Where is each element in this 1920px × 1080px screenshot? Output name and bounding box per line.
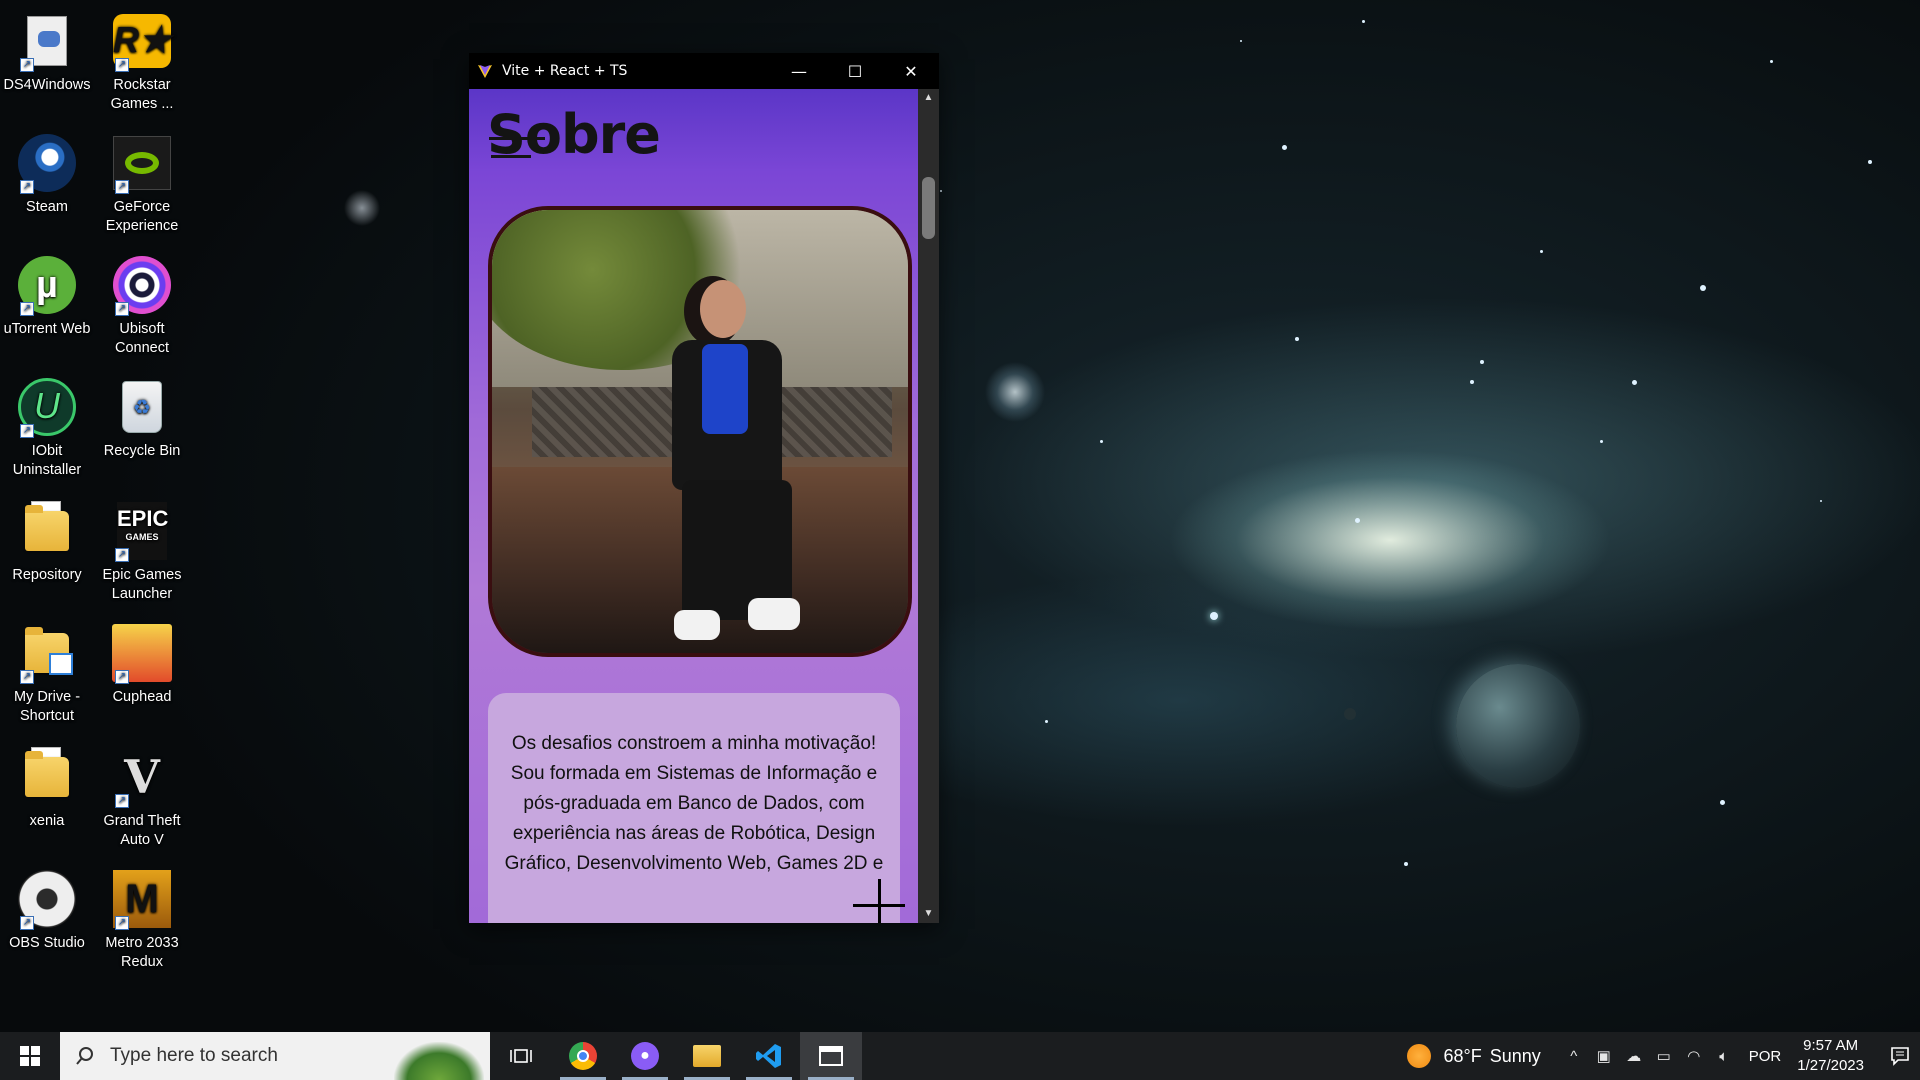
vite-logo-icon	[474, 63, 496, 79]
planet	[1456, 664, 1580, 788]
desktop-icon-gta-v[interactable]: V ↗ Grand Theft Auto V	[94, 746, 190, 850]
clock-time: 9:57 AM	[1803, 1037, 1859, 1054]
clock-date: 1/27/2023	[1797, 1057, 1864, 1074]
desktop-icon-epic-games-launcher[interactable]: EPIC GAMES ↗ Epic Games Launcher	[94, 500, 190, 604]
task-view-icon	[510, 1049, 532, 1063]
taskbar-file-explorer[interactable]	[676, 1032, 738, 1080]
ubisoft-icon: ↗	[111, 254, 173, 316]
desktop-icon-repository[interactable]: Repository	[0, 500, 95, 585]
desktop-icon-utorrent-web[interactable]: µ ↗ uTorrent Web	[0, 254, 95, 339]
maximize-button[interactable]: ☐	[827, 53, 883, 89]
chrome-icon	[569, 1042, 597, 1070]
desktop-icon-rockstar-games[interactable]: R★ ↗ Rockstar Games ...	[94, 10, 190, 114]
wifi-icon[interactable]: ◠	[1679, 1047, 1709, 1065]
desktop-icon-my-drive-shortcut[interactable]: ↗ My Drive - Shortcut	[0, 622, 95, 726]
mouse-cursor-icon	[853, 879, 905, 923]
nvidia-icon: ↗	[111, 132, 173, 194]
taskbar-chrome[interactable]	[552, 1032, 614, 1080]
rockstar-games-icon: R★ ↗	[111, 10, 173, 72]
desktop-icon-ds4windows[interactable]: ↗ DS4Windows	[0, 10, 95, 95]
window-titlebar[interactable]: Vite + React + TS — ☐ ✕	[469, 53, 939, 89]
taskbar-vscode[interactable]	[738, 1032, 800, 1080]
recycle-bin-icon: ♻	[111, 376, 173, 438]
metro-2033-icon: M ↗	[111, 868, 173, 930]
desktop-icon-iobit-uninstaller[interactable]: U ↗ IObit Uninstaller	[0, 376, 95, 480]
desktop-icon-ubisoft-connect[interactable]: ↗ Ubisoft Connect	[94, 254, 190, 358]
input-language[interactable]: POR	[1749, 1048, 1782, 1065]
start-button[interactable]	[0, 1032, 60, 1080]
volume-icon[interactable]: 🔈︎	[1709, 1048, 1739, 1065]
bio-card: Os desafios constroem a minha motivação!…	[488, 693, 900, 923]
weather-widget[interactable]: 68°F Sunny	[1407, 1044, 1541, 1068]
desktop-icon-geforce-experience[interactable]: ↗ GeForce Experience	[94, 132, 190, 236]
heading-decoration	[491, 155, 531, 158]
system-tray: 68°F Sunny ^ ▣ ☁ ▭ ◠ 🔈︎ POR 9:57 AM 1/27…	[1407, 1032, 1920, 1080]
taskbar-search[interactable]	[60, 1032, 490, 1080]
close-button[interactable]: ✕	[883, 53, 939, 89]
obs-studio-icon: ↗	[16, 868, 78, 930]
profile-photo	[488, 206, 912, 657]
vscode-icon	[756, 1044, 781, 1068]
folder-icon	[16, 500, 78, 562]
weather-temperature: 68°F	[1443, 1045, 1482, 1066]
minimize-button[interactable]: —	[771, 53, 827, 89]
file-explorer-icon	[693, 1045, 721, 1067]
chevron-up-icon[interactable]: ^	[1559, 1048, 1589, 1065]
ds4windows-icon: ↗	[16, 10, 78, 72]
windows-logo-icon	[20, 1046, 40, 1066]
app-window-icon	[819, 1046, 843, 1066]
vertical-scrollbar[interactable]: ▲ ▼	[918, 89, 939, 923]
task-view-button[interactable]	[490, 1032, 552, 1080]
battery-icon[interactable]: ▭	[1649, 1047, 1679, 1065]
scrollbar-thumb[interactable]	[922, 177, 935, 239]
scroll-down-arrow-icon[interactable]: ▼	[918, 905, 939, 923]
google-drive-folder-icon: ↗	[16, 622, 78, 684]
desktop-icon-xenia[interactable]: xenia	[0, 746, 95, 831]
notification-center-icon[interactable]	[1880, 1046, 1920, 1066]
bio-text: Os desafios constroem a minha motivação!…	[504, 733, 884, 874]
search-icon	[60, 1046, 110, 1066]
taskbar: ● 68°F Sunny ^ ▣ ☁ ▭ ◠ 🔈︎ POR 9:57 AM 1/…	[0, 1032, 1920, 1080]
desktop-icon-obs-studio[interactable]: ↗ OBS Studio	[0, 868, 95, 953]
iobit-uninstaller-icon: U ↗	[16, 376, 78, 438]
page-viewport[interactable]: Sobre Os desafios constroem a minha moti…	[469, 89, 918, 923]
window-title: Vite + React + TS	[502, 63, 628, 79]
steam-icon: ↗	[16, 132, 78, 194]
epic-games-icon: EPIC GAMES ↗	[111, 500, 173, 562]
wallpaper	[0, 0, 1920, 1032]
heading-decoration	[489, 137, 545, 140]
search-input[interactable]	[110, 1045, 390, 1067]
utorrent-icon: µ ↗	[16, 254, 78, 316]
meet-now-icon[interactable]: ▣	[1589, 1047, 1619, 1065]
desktop-icon-cuphead[interactable]: ↗ Cuphead	[94, 622, 190, 707]
desktop-icon-metro-2033-redux[interactable]: M ↗ Metro 2033 Redux	[94, 868, 190, 972]
desktop-icon-recycle-bin[interactable]: ♻ Recycle Bin	[94, 376, 190, 461]
moon	[1344, 708, 1356, 720]
cuphead-icon: ↗	[111, 622, 173, 684]
gta-v-icon: V ↗	[111, 746, 173, 808]
sunny-weather-icon	[1407, 1044, 1432, 1068]
folder-icon	[16, 746, 78, 808]
weather-condition: Sunny	[1489, 1045, 1541, 1066]
desktop-icon-steam[interactable]: ↗ Steam	[0, 132, 95, 217]
taskbar-clock[interactable]: 9:57 AM 1/27/2023	[1797, 1036, 1864, 1076]
search-highlight-image	[394, 1042, 484, 1080]
taskbar-app-window[interactable]	[800, 1032, 862, 1080]
scroll-up-arrow-icon[interactable]: ▲	[918, 89, 939, 107]
app-window: Vite + React + TS — ☐ ✕ Sobre Os desafio…	[469, 53, 939, 923]
taskbar-github-desktop[interactable]: ●	[614, 1032, 676, 1080]
onedrive-cloud-icon[interactable]: ☁	[1619, 1047, 1649, 1065]
github-icon: ●	[631, 1042, 659, 1070]
